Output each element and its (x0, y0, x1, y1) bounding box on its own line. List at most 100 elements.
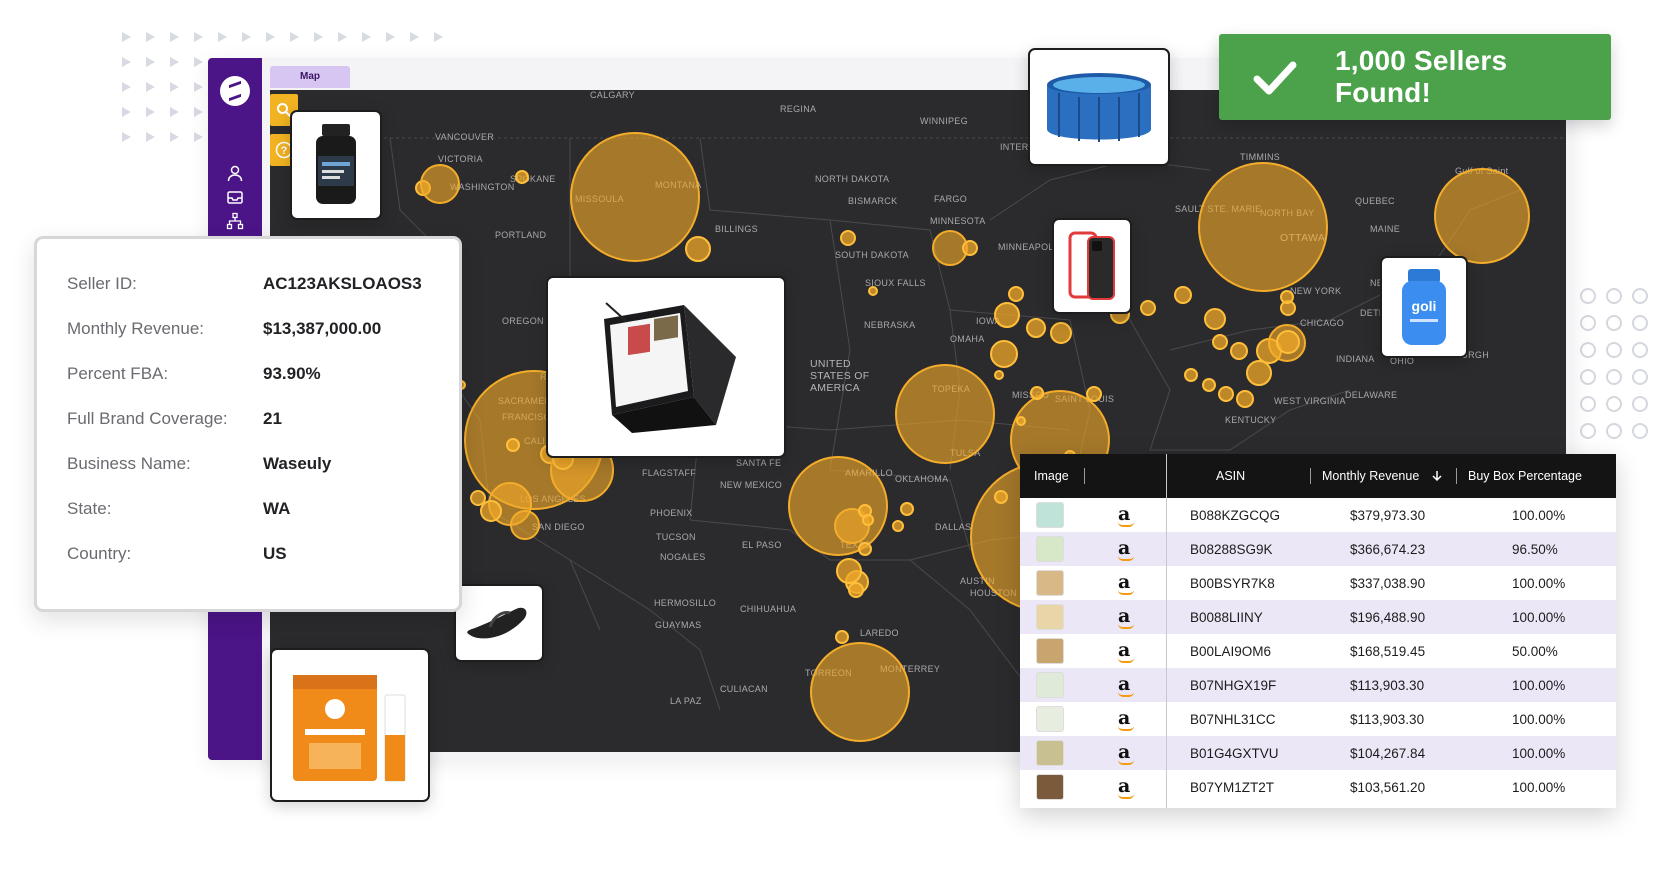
seller-location-bubble[interactable] (1212, 334, 1228, 350)
revenue-cell: $168,519.45 (1350, 644, 1426, 659)
asin-cell[interactable]: B08288SG9K (1190, 542, 1273, 557)
seller-location-bubble[interactable] (1236, 390, 1254, 408)
decorative-triangle (122, 107, 131, 117)
app-logo-icon[interactable] (220, 76, 250, 106)
sort-down-icon[interactable] (1432, 470, 1442, 482)
seller-location-bubble[interactable] (862, 514, 874, 526)
seller-location-bubble[interactable] (510, 510, 540, 540)
col-buybox-header[interactable]: Buy Box Percentage (1468, 469, 1582, 483)
product-thumbnail[interactable] (1036, 570, 1064, 596)
seller-location-bubble[interactable] (1230, 342, 1248, 360)
seller-location-bubble[interactable] (994, 370, 1004, 380)
seller-location-bubble[interactable] (1280, 290, 1294, 304)
product-thumbnail[interactable] (1036, 672, 1064, 698)
seller-location-bubble[interactable] (1086, 386, 1102, 402)
seller-location-bubble[interactable] (848, 582, 864, 598)
seller-id-label: Seller ID: (67, 274, 137, 293)
table-row[interactable]: a B088KZGCQG $379,973.30 100.00% (1020, 498, 1616, 532)
seller-location-bubble[interactable] (858, 542, 872, 556)
seller-location-bubble[interactable] (1202, 378, 1216, 392)
seller-location-bubble[interactable] (1140, 300, 1156, 316)
asin-cell[interactable]: B01G4GXTVU (1190, 746, 1279, 761)
product-thumbnail[interactable] (1036, 638, 1064, 664)
tab-map[interactable]: Map (270, 66, 350, 88)
seller-location-bubble[interactable] (420, 164, 460, 204)
asin-cell[interactable]: B088KZGCQG (1190, 508, 1280, 523)
product-thumbnail[interactable] (1036, 502, 1064, 528)
product-card-hydration[interactable] (270, 648, 430, 802)
decorative-triangle (122, 132, 131, 142)
product-thumbnail[interactable] (1036, 536, 1064, 562)
seller-location-bubble[interactable] (1276, 330, 1300, 354)
decorative-circle (1632, 342, 1648, 358)
product-thumbnail[interactable] (1036, 774, 1064, 800)
asin-cell[interactable]: B07NHGX19F (1190, 678, 1276, 693)
map-label: KENTUCKY (1225, 415, 1277, 425)
seller-location-bubble[interactable] (515, 170, 529, 184)
seller-location-bubble[interactable] (1218, 386, 1234, 402)
seller-location-bubble[interactable] (1026, 318, 1046, 338)
seller-location-bubble[interactable] (506, 438, 520, 452)
asin-cell[interactable]: B0088LIINY (1190, 610, 1263, 625)
seller-location-bubble[interactable] (788, 456, 888, 556)
table-row[interactable]: a B00BSYR7K8 $337,038.90 100.00% (1020, 566, 1616, 600)
seller-location-bubble[interactable] (994, 490, 1008, 504)
product-card-goli[interactable]: goli (1380, 256, 1468, 358)
seller-location-bubble[interactable] (1050, 322, 1072, 344)
seller-location-bubble[interactable] (840, 230, 856, 246)
table-row[interactable]: a B00LAI9OM6 $168,519.45 50.00% (1020, 634, 1616, 668)
seller-location-bubble[interactable] (1184, 368, 1198, 382)
seller-location-bubble[interactable] (810, 642, 910, 742)
col-asin-header[interactable]: ASIN (1216, 469, 1245, 483)
table-row[interactable]: a B07NHL31CC $113,903.30 100.00% (1020, 702, 1616, 736)
seller-location-bubble[interactable] (1198, 162, 1328, 292)
hydration-pack-icon (293, 675, 406, 782)
seller-location-bubble[interactable] (892, 520, 904, 532)
seller-location-bubble[interactable] (570, 132, 700, 262)
seller-location-bubble[interactable] (1016, 416, 1026, 426)
product-card-sandal[interactable] (454, 584, 544, 662)
seller-location-bubble[interactable] (1246, 360, 1272, 386)
seller-location-bubble[interactable] (1434, 168, 1530, 264)
sitemap-icon[interactable] (224, 210, 246, 232)
table-row[interactable]: a B08288SG9K $366,674.23 96.50% (1020, 532, 1616, 566)
col-revenue-header[interactable]: Monthly Revenue (1322, 469, 1419, 483)
inbox-icon[interactable] (224, 186, 246, 208)
seller-location-bubble[interactable] (685, 236, 711, 262)
table-row[interactable]: a B07YM1ZT2T $103,561.20 100.00% (1020, 770, 1616, 804)
seller-location-bubble[interactable] (836, 558, 862, 584)
seller-location-bubble[interactable] (835, 630, 849, 644)
product-card-pool[interactable] (1028, 48, 1170, 166)
asin-cell[interactable]: B07NHL31CC (1190, 712, 1276, 727)
seller-location-bubble[interactable] (1204, 308, 1226, 330)
seller-location-bubble[interactable] (868, 286, 878, 296)
product-thumbnail[interactable] (1036, 604, 1064, 630)
map-label: WINNIPEG (920, 116, 968, 126)
user-icon[interactable] (224, 162, 246, 184)
seller-location-bubble[interactable] (480, 500, 502, 522)
seller-location-bubble[interactable] (1030, 386, 1044, 400)
seller-location-bubble[interactable] (900, 502, 914, 516)
asin-cell[interactable]: B00LAI9OM6 (1190, 644, 1271, 659)
map-label: LA PAZ (670, 696, 702, 706)
product-card-phone-case[interactable] (1052, 218, 1132, 314)
seller-location-bubble[interactable] (1174, 286, 1192, 304)
seller-location-bubble[interactable] (994, 302, 1020, 328)
table-row[interactable]: a B0088LIINY $196,488.90 100.00% (1020, 600, 1616, 634)
seller-location-bubble[interactable] (962, 240, 978, 256)
product-card-fish-oil[interactable] (290, 110, 382, 220)
col-image-header[interactable]: Image (1034, 469, 1069, 483)
table-row[interactable]: a B07NHGX19F $113,903.30 100.00% (1020, 668, 1616, 702)
product-card-laptop[interactable] (546, 276, 786, 458)
seller-location-bubble[interactable] (990, 340, 1018, 368)
seller-location-bubble[interactable] (895, 364, 995, 464)
decorative-circle (1632, 396, 1648, 412)
product-thumbnail[interactable] (1036, 740, 1064, 766)
asin-cell[interactable]: B00BSYR7K8 (1190, 576, 1275, 591)
product-thumbnail[interactable] (1036, 706, 1064, 732)
asin-cell[interactable]: B07YM1ZT2T (1190, 780, 1274, 795)
revenue-cell: $366,674.23 (1350, 542, 1426, 557)
country-value: US (263, 544, 287, 563)
table-row[interactable]: a B01G4GXTVU $104,267.84 100.00% (1020, 736, 1616, 770)
seller-location-bubble[interactable] (1008, 286, 1024, 302)
